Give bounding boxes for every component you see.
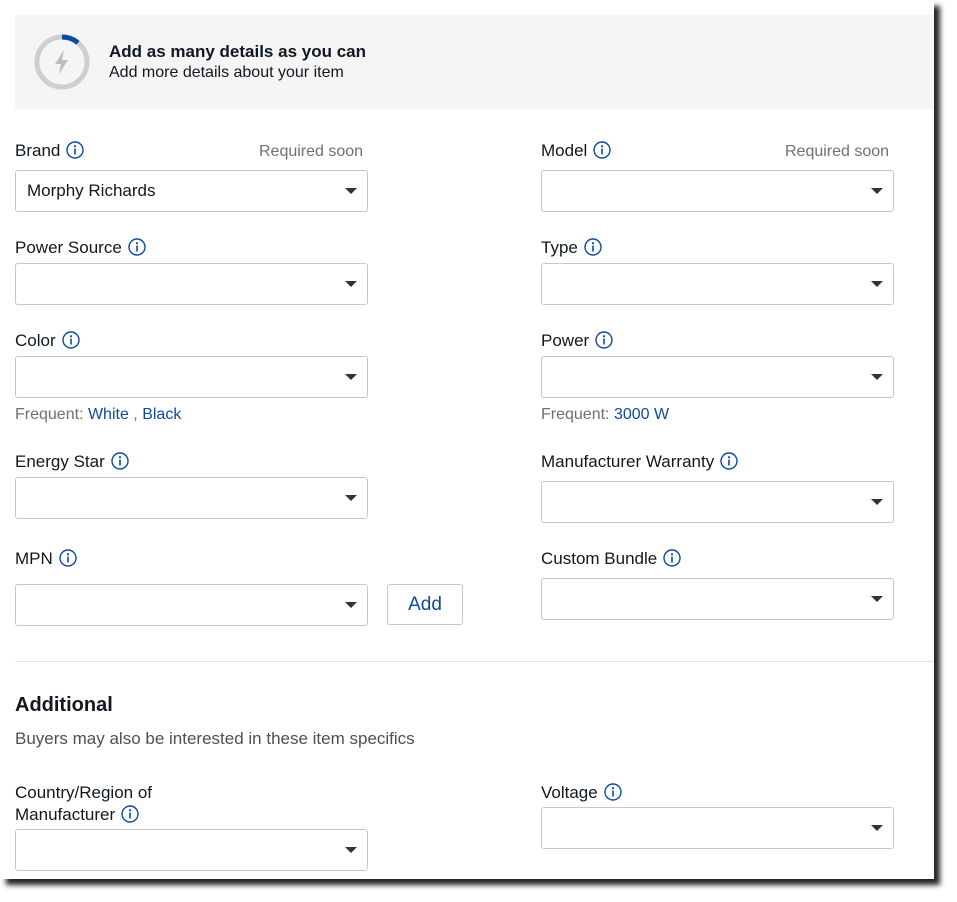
mpn-select[interactable] <box>15 584 368 626</box>
frequent-black-link[interactable]: Black <box>142 406 181 423</box>
info-icon[interactable] <box>663 549 681 567</box>
info-icon[interactable] <box>111 452 129 470</box>
manufacturer-warranty-label: Manufacturer Warranty <box>541 451 738 473</box>
custom-bundle-label: Custom Bundle <box>541 548 681 570</box>
power-label: Power <box>541 330 613 352</box>
info-icon[interactable] <box>720 452 738 470</box>
banner-title: Add as many details as you can <box>109 42 366 61</box>
chevron-down-icon <box>871 281 883 287</box>
additional-section-subtitle: Buyers may also be interested in these i… <box>15 729 415 748</box>
additional-section-title: Additional <box>15 694 113 716</box>
chevron-down-icon <box>871 596 883 602</box>
power-source-select[interactable] <box>15 263 368 305</box>
chevron-down-icon <box>871 374 883 380</box>
power-select[interactable] <box>541 356 894 398</box>
chevron-down-icon <box>345 374 357 380</box>
chevron-down-icon <box>345 495 357 501</box>
custom-bundle-select[interactable] <box>541 578 894 620</box>
color-frequent: Frequent: White , Black <box>15 406 182 423</box>
chevron-down-icon <box>871 188 883 194</box>
country-of-manufacture-select[interactable] <box>15 829 368 871</box>
info-icon[interactable] <box>593 141 612 159</box>
power-frequent: Frequent: 3000 W <box>541 406 670 423</box>
mpn-add-button[interactable]: Add <box>387 584 463 625</box>
model-required-note: Required soon <box>785 143 890 160</box>
country-of-manufacture-label: Country/Region of Manufacturer <box>15 783 153 824</box>
info-icon[interactable] <box>61 331 80 349</box>
frequent-white-link[interactable]: White <box>88 406 129 423</box>
brand-select[interactable]: Morphy Richards <box>15 170 368 212</box>
info-icon[interactable] <box>595 331 613 349</box>
energy-star-label: Energy Star <box>15 451 129 473</box>
mpn-label: MPN <box>15 548 77 570</box>
section-divider <box>15 661 934 662</box>
info-icon[interactable] <box>604 783 622 801</box>
details-banner: Add as many details as you can Add more … <box>15 15 934 109</box>
item-specifics-page: Add as many details as you can Add more … <box>0 0 934 879</box>
color-select[interactable] <box>15 356 368 398</box>
progress-ring <box>34 34 90 90</box>
type-label: Type <box>541 237 602 259</box>
chevron-down-icon <box>345 602 357 608</box>
voltage-label: Voltage <box>541 782 622 804</box>
chevron-down-icon <box>345 281 357 287</box>
manufacturer-warranty-select[interactable] <box>541 481 894 523</box>
info-icon[interactable] <box>121 805 139 823</box>
energy-star-select[interactable] <box>15 477 368 519</box>
info-icon[interactable] <box>59 549 77 567</box>
info-icon[interactable] <box>584 238 602 256</box>
brand-required-note: Required soon <box>259 143 364 160</box>
brand-select-value: Morphy Richards <box>27 181 156 200</box>
lightning-icon <box>55 50 68 74</box>
frequent-3000w-link[interactable]: 3000 W <box>614 406 669 423</box>
type-select[interactable] <box>541 263 894 305</box>
chevron-down-icon <box>871 825 883 831</box>
info-icon[interactable] <box>66 141 85 159</box>
voltage-select[interactable] <box>541 807 894 849</box>
info-icon[interactable] <box>128 238 146 256</box>
color-label: Color <box>15 330 80 352</box>
chevron-down-icon <box>345 188 357 194</box>
power-source-label: Power Source <box>15 237 146 259</box>
chevron-down-icon <box>871 499 883 505</box>
brand-label: Brand <box>15 140 85 162</box>
model-select[interactable] <box>541 170 894 212</box>
model-label: Model <box>541 140 612 162</box>
chevron-down-icon <box>345 847 357 853</box>
banner-subtitle: Add more details about your item <box>109 64 344 81</box>
